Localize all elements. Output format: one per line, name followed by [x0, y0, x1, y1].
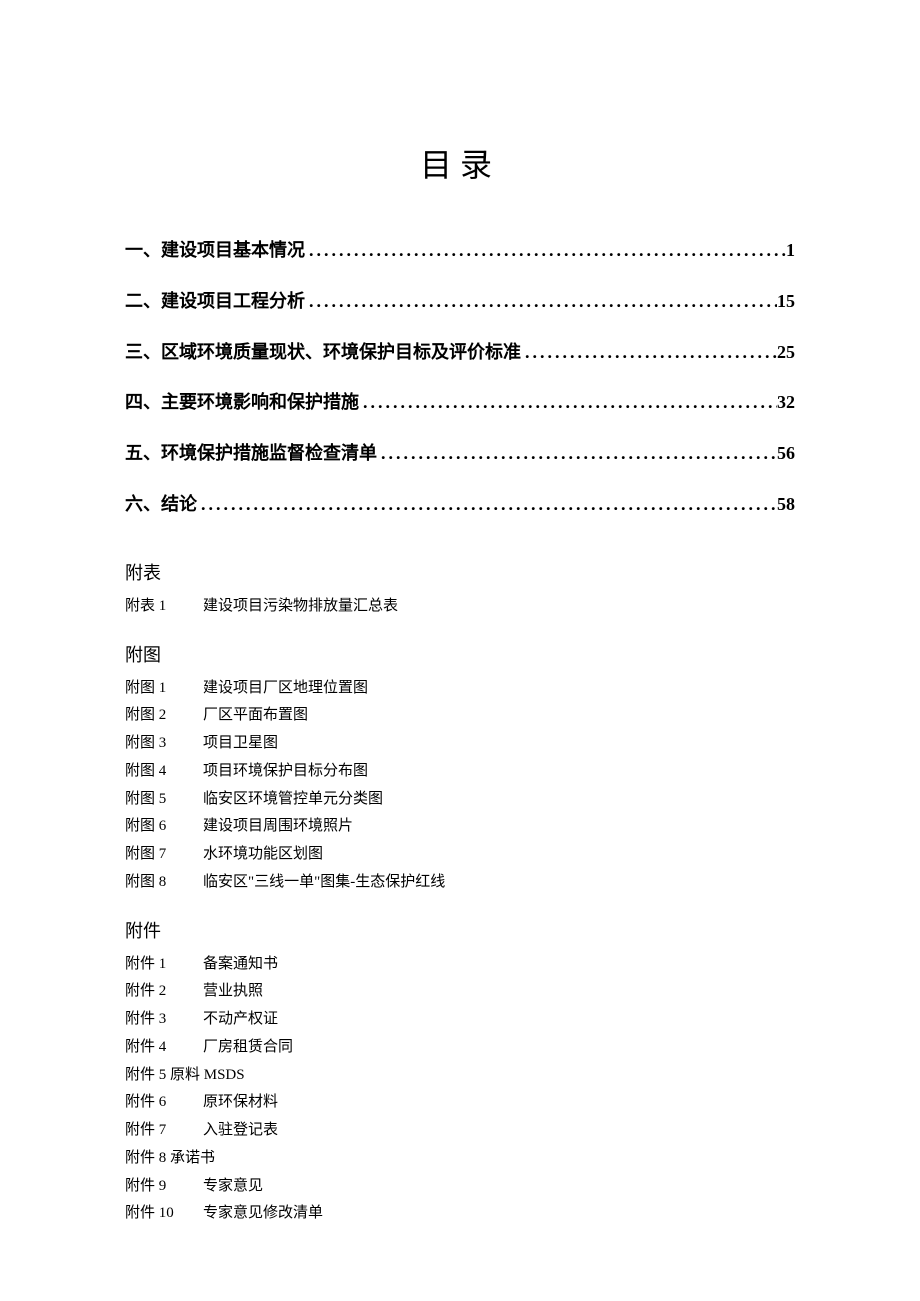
item-val: 厂房租赁合同 — [203, 1034, 293, 1062]
list-item: 附件 4 厂房租赁合同 — [125, 1034, 795, 1062]
list-item: 附件 2 营业执照 — [125, 978, 795, 1006]
futu-list: 附图 1 建设项目厂区地理位置图 附图 2 厂区平面布置图 附图 3 项目卫星图… — [125, 675, 795, 897]
list-item: 附表 1 建设项目污染物排放量汇总表 — [125, 593, 795, 621]
item-key: 附件 1 — [125, 951, 203, 979]
item-key: 附件 10 — [125, 1200, 203, 1228]
section-heading-fujian: 附件 — [125, 917, 795, 943]
item-key: 附件 2 — [125, 978, 203, 1006]
fujian-list: 附件 1 备案通知书 附件 2 营业执照 附件 3 不动产权证 附件 4 厂房租… — [125, 951, 795, 1229]
list-item: 附件 7 入驻登记表 — [125, 1117, 795, 1145]
toc-label: 二、建设项目工程分析 — [125, 287, 305, 316]
toc-page: 58 — [777, 490, 795, 519]
section-heading-futu: 附图 — [125, 641, 795, 667]
toc-dots: ........................................… — [521, 338, 777, 367]
toc-row: 五、环境保护措施监督检查清单 .........................… — [125, 439, 795, 468]
list-item: 附图 3 项目卫星图 — [125, 730, 795, 758]
list-item: 附图 5 临安区环境管控单元分类图 — [125, 786, 795, 814]
list-item: 附件 10 专家意见修改清单 — [125, 1200, 795, 1228]
toc-page: 56 — [777, 439, 795, 468]
toc-dots: ........................................… — [305, 236, 786, 265]
toc-row: 三、区域环境质量现状、环境保护目标及评价标准 .................… — [125, 338, 795, 367]
toc-label: 四、主要环境影响和保护措施 — [125, 388, 359, 417]
toc-main: 一、建设项目基本情况 .............................… — [125, 236, 795, 519]
item-val: 不动产权证 — [203, 1006, 278, 1034]
item-key: 附图 1 — [125, 675, 203, 703]
toc-label: 五、环境保护措施监督检查清单 — [125, 439, 377, 468]
item-key: 附图 4 — [125, 758, 203, 786]
toc-label: 三、区域环境质量现状、环境保护目标及评价标准 — [125, 338, 521, 367]
toc-row: 一、建设项目基本情况 .............................… — [125, 236, 795, 265]
toc-page: 1 — [786, 236, 795, 265]
item-val: 临安区环境管控单元分类图 — [203, 786, 383, 814]
list-item: 附图 6 建设项目周围环境照片 — [125, 813, 795, 841]
fubiao-list: 附表 1 建设项目污染物排放量汇总表 — [125, 593, 795, 621]
item-val: 营业执照 — [203, 978, 263, 1006]
item-val: 水环境功能区划图 — [203, 841, 323, 869]
item-key: 附图 3 — [125, 730, 203, 758]
toc-page: 25 — [777, 338, 795, 367]
list-item: 附件 1 备案通知书 — [125, 951, 795, 979]
toc-dots: ........................................… — [305, 287, 777, 316]
item-key: 附图 5 — [125, 786, 203, 814]
toc-dots: ........................................… — [377, 439, 777, 468]
item-key: 附图 6 — [125, 813, 203, 841]
toc-row: 六、结论 ...................................… — [125, 490, 795, 519]
item-val: 专家意见 — [203, 1173, 263, 1201]
item-val: 厂区平面布置图 — [203, 702, 308, 730]
toc-page: 15 — [777, 287, 795, 316]
list-item: 附图 1 建设项目厂区地理位置图 — [125, 675, 795, 703]
item-val: 临安区"三线一单"图集-生态保护红线 — [203, 869, 445, 897]
list-item: 附件 5 原料 MSDS — [125, 1062, 795, 1090]
item-val: 入驻登记表 — [203, 1117, 278, 1145]
item-val: 原环保材料 — [203, 1089, 278, 1117]
item-key: 附件 7 — [125, 1117, 203, 1145]
item-val: 建设项目厂区地理位置图 — [203, 675, 368, 703]
toc-label: 一、建设项目基本情况 — [125, 236, 305, 265]
item-key: 附图 2 — [125, 702, 203, 730]
item-val: 项目环境保护目标分布图 — [203, 758, 368, 786]
toc-dots: ........................................… — [359, 388, 777, 417]
list-item: 附图 7 水环境功能区划图 — [125, 841, 795, 869]
item-val: 专家意见修改清单 — [203, 1200, 323, 1228]
item-key: 附件 3 — [125, 1006, 203, 1034]
item-key: 附图 8 — [125, 869, 203, 897]
page-title: 目录 — [125, 140, 795, 186]
item-key: 附表 1 — [125, 593, 203, 621]
item-key: 附件 6 — [125, 1089, 203, 1117]
item-val: 建设项目污染物排放量汇总表 — [203, 593, 398, 621]
item-val: 建设项目周围环境照片 — [203, 813, 353, 841]
item-key: 附件 4 — [125, 1034, 203, 1062]
item-key: 附件 9 — [125, 1173, 203, 1201]
toc-dots: ........................................… — [197, 490, 777, 519]
list-item: 附图 4 项目环境保护目标分布图 — [125, 758, 795, 786]
list-item: 附件 9 专家意见 — [125, 1173, 795, 1201]
list-item: 附图 2 厂区平面布置图 — [125, 702, 795, 730]
list-item: 附件 8 承诺书 — [125, 1145, 795, 1173]
toc-row: 四、主要环境影响和保护措施 ..........................… — [125, 388, 795, 417]
toc-label: 六、结论 — [125, 490, 197, 519]
toc-row: 二、建设项目工程分析 .............................… — [125, 287, 795, 316]
list-item: 附图 8 临安区"三线一单"图集-生态保护红线 — [125, 869, 795, 897]
item-key: 附图 7 — [125, 841, 203, 869]
item-val: 备案通知书 — [203, 951, 278, 979]
list-item: 附件 3 不动产权证 — [125, 1006, 795, 1034]
list-item: 附件 6 原环保材料 — [125, 1089, 795, 1117]
item-val: 项目卫星图 — [203, 730, 278, 758]
section-heading-fubiao: 附表 — [125, 559, 795, 585]
toc-page: 32 — [777, 388, 795, 417]
